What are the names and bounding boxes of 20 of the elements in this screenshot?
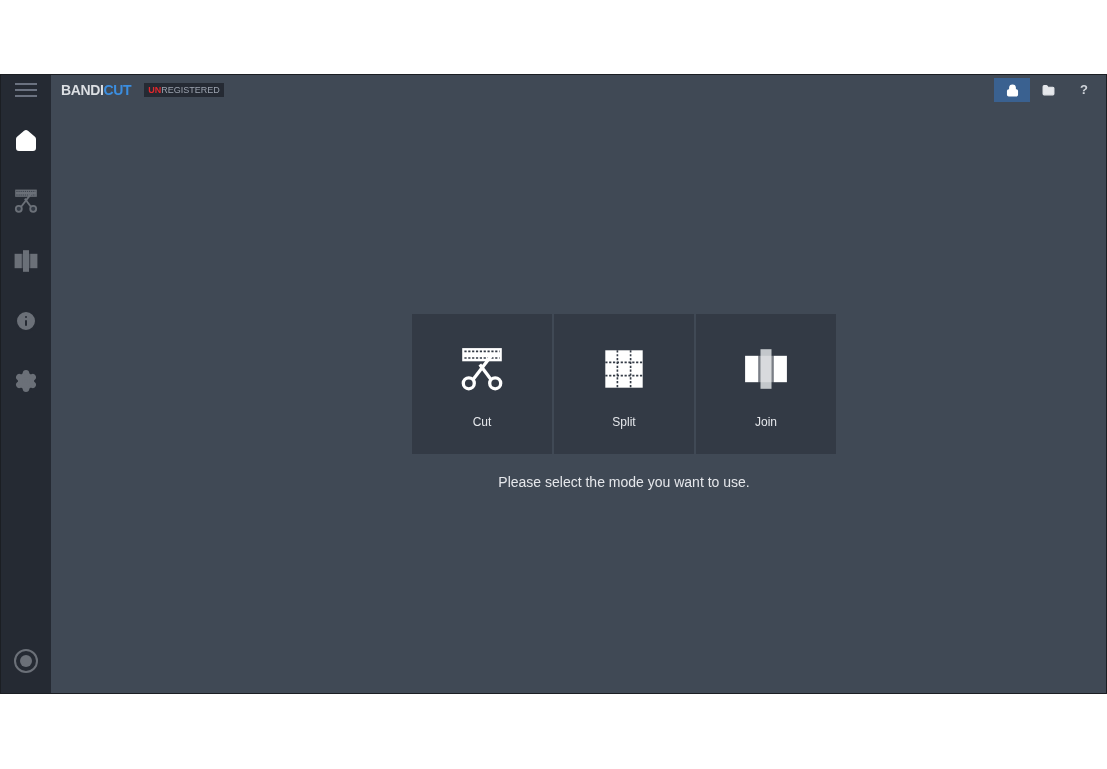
prompt-text: Please select the mode you want to use. (497, 473, 751, 492)
record-icon (20, 655, 32, 667)
folder-icon (1041, 83, 1055, 97)
film-strips-icon (14, 249, 38, 273)
mode-tile[interactable]: Cut (412, 314, 552, 454)
scissors-film-icon (460, 347, 504, 391)
scissors-film-icon (14, 189, 38, 213)
mode-tile[interactable]: Join (696, 314, 836, 454)
unregistered-badge: UNREGISTERED (144, 83, 224, 97)
record-button[interactable] (14, 649, 38, 673)
home-icon (14, 129, 38, 153)
help-button[interactable]: ? (1066, 78, 1102, 102)
mode-tile[interactable]: Split (554, 314, 694, 454)
info-icon (14, 309, 38, 333)
film-strips-icon (744, 347, 788, 391)
menu-icon (15, 83, 37, 97)
grid-film-icon (602, 347, 646, 391)
app-logo: BANDICUT (61, 80, 132, 100)
lock-icon (1005, 83, 1019, 97)
lock-button[interactable] (994, 78, 1030, 102)
